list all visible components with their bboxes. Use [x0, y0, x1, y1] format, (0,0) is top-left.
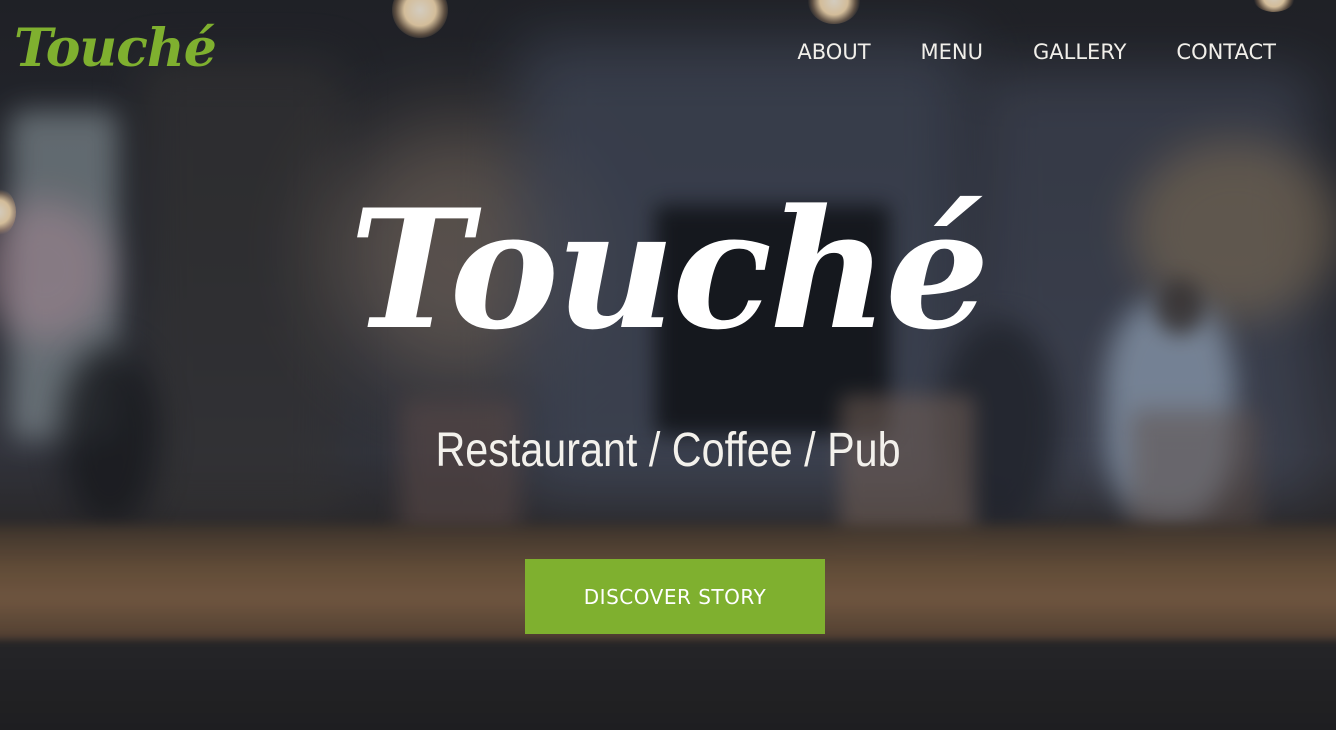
site-logo[interactable]: Touché [14, 14, 217, 84]
hero-subtitle: Restaurant / Coffee / Pub [435, 424, 901, 477]
nav-item-about[interactable]: ABOUT [797, 34, 870, 70]
discover-story-button[interactable]: DISCOVER STORY [525, 559, 825, 634]
nav-item-gallery[interactable]: GALLERY [1033, 34, 1126, 70]
nav-item-contact[interactable]: CONTACT [1176, 34, 1276, 70]
main-nav: ABOUT MENU GALLERY CONTACT [797, 34, 1276, 70]
nav-item-menu[interactable]: MENU [921, 34, 983, 70]
hero-title: Touché [349, 173, 989, 366]
